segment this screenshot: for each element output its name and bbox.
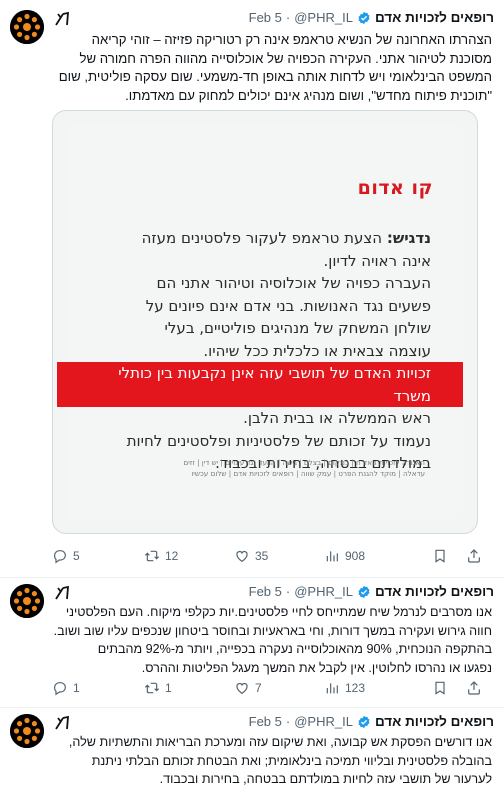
views-button[interactable]: 908 (324, 548, 365, 564)
tweet-date[interactable]: Feb 5 (249, 714, 282, 729)
dot-separator: · (285, 714, 291, 729)
highlighted-line: זכויות האדם של תושבי עזה אינן נקבעות בין… (57, 362, 463, 407)
text-line: מסוכנת לטיהור אתני. העקירה הכפויה של אוכ… (79, 50, 492, 66)
like-button[interactable]: 7 (234, 680, 262, 696)
views-count: 123 (345, 681, 366, 695)
author-handle[interactable]: @PHR_IL (294, 714, 353, 729)
like-count: 7 (255, 681, 262, 695)
statement-line-text: הצעת טראמפ לעקור פלסטינים מעזה (141, 229, 383, 247)
statement-text: נדגיש: הצעת טראמפ לעקור פלסטינים מעזה אי… (57, 227, 463, 475)
share-icon (468, 549, 480, 563)
reply-button[interactable]: 1 (52, 680, 80, 696)
action-bar: 1 1 7 123 (52, 680, 492, 698)
bookmark-icon (435, 681, 445, 695)
signatories-line: עדאלה | מוקד להגנת הפרט | עמק שווה | רופ… (191, 469, 425, 478)
text-line: "תוכנית פיתוח מחדש", ושום מנהיג אינם יכו… (125, 87, 492, 103)
signatories-list: האגודה לזכויות האזרח | במקום | בצלם | גי… (115, 457, 425, 479)
retweet-count: 1 (165, 681, 172, 695)
signatories-line: האגודה לזכויות האזרח | במקום | בצלם | גי… (183, 458, 425, 467)
statement-line: אינה ראויה לדיון. (323, 251, 431, 270)
tweet-text: הצהרתו האחרונה של הנשיא טראמפ אינה רק רט… (52, 31, 492, 105)
like-icon (236, 550, 248, 563)
author-name[interactable]: רופאים לזכויות אדם (375, 714, 494, 729)
tweet[interactable]: רופאים לזכויות אדם @PHR_IL · Feb 5 הצהרת… (0, 0, 504, 578)
avatar[interactable] (10, 584, 44, 618)
verified-badge-icon (357, 585, 371, 599)
statement-line: ראש הממשלה או בבית הלבן. (243, 409, 431, 427)
views-icon (326, 551, 338, 562)
text-line: אנו דורשים הפסקת אש קבועה, ואת שיקום עזה… (68, 735, 492, 749)
tweet-text: אנו מסרבים לנרמל שיח שמתייחס לחיי פלסטינ… (52, 603, 492, 677)
retweet-icon (144, 682, 160, 694)
statement-label: נדגיש: (386, 229, 431, 247)
text-line: המשפט הבינלאומי ויש לדחות אותה באופן חד-… (58, 69, 492, 84)
author-handle[interactable]: @PHR_IL (294, 584, 353, 599)
statement-line: שולחן המשחק של מנהיגים פוליטיים, בעלי (164, 319, 431, 337)
author-name[interactable]: רופאים לזכויות אדם (375, 584, 494, 599)
verified-badge-icon (357, 715, 371, 729)
avatar[interactable] (10, 10, 44, 44)
bookmark-icon (435, 549, 445, 563)
views-icon (326, 683, 338, 694)
avatar[interactable] (10, 714, 44, 748)
grok-icon[interactable] (54, 11, 70, 27)
like-button[interactable]: 35 (234, 548, 268, 564)
statement-line: פשעים נגד האנושות. בני אדם אינם פיונים ע… (145, 296, 431, 315)
share-icon (468, 681, 480, 695)
text-line: בהתקפה הנוכחית, 90% מהאוכלוסייה נעקרה בכ… (97, 642, 492, 656)
avatar-logo (10, 714, 44, 748)
like-count: 35 (255, 549, 269, 563)
statement-line: העברה כפויה של אוכלוסיה וטיהור אתני הם (156, 274, 432, 292)
text-line: הצהרתו האחרונה של הנשיא טראמפ אינה רק רט… (91, 32, 492, 47)
grok-icon[interactable] (54, 715, 70, 731)
share-button[interactable] (466, 680, 482, 696)
avatar-logo (10, 584, 44, 618)
retweet-icon (144, 550, 160, 562)
author-handle[interactable]: @PHR_IL (294, 10, 353, 25)
tweet-text: אנו דורשים הפסקת אש קבועה, ואת שיקום עזה… (52, 733, 492, 789)
reply-icon (54, 550, 66, 564)
text-line: בהובלה פלסטינית ובליווי תמיכה בינלאומית;… (91, 753, 492, 768)
bookmark-button[interactable] (432, 680, 448, 696)
statement-line: נעמוד על זכותם של פלסטיניות ופלסטינים לח… (126, 431, 431, 450)
tweet-date[interactable]: Feb 5 (249, 10, 282, 25)
text-line: אנו מסרבים לנרמל שיח שמתייחס לחיי פלסטינ… (65, 605, 492, 619)
grok-icon[interactable] (54, 585, 70, 601)
views-button[interactable]: 123 (324, 680, 365, 696)
statement-line: נדגיש: הצעת טראמפ לעקור פלסטינים מעזה (111, 227, 431, 250)
retweet-button[interactable]: 12 (144, 548, 178, 564)
tweet-header: רופאים לזכויות אדם @PHR_IL · Feb 5 (52, 10, 494, 30)
retweet-count: 12 (165, 549, 179, 563)
attached-image[interactable]: קו אדום נדגיש: הצעת טראמפ לעקור פלסטינים… (52, 110, 478, 534)
verified-badge-icon (357, 11, 371, 25)
statement-line: עוצמה צבאית או כלכלית ככל שיהיו. (203, 341, 431, 360)
bookmark-button[interactable] (432, 548, 448, 564)
kav-adom-logo: קו אדום (357, 177, 433, 199)
action-bar: 5 12 35 908 (52, 548, 492, 566)
tweet-header: רופאים לזכויות אדם @PHR_IL · Feb 5 (52, 714, 494, 734)
views-count: 908 (345, 549, 366, 563)
reply-count: 5 (73, 549, 80, 563)
retweet-button[interactable]: 1 (144, 680, 172, 696)
text-line: חווה גירוש ועקירה במשך דורות, וחי באראעי… (53, 623, 492, 638)
tweet-date[interactable]: Feb 5 (249, 584, 282, 599)
avatar-logo (10, 10, 44, 44)
reply-icon (54, 682, 66, 696)
dot-separator: · (285, 10, 291, 25)
tweet[interactable]: רופאים לזכויות אדם @PHR_IL · Feb 5 אנו ד… (0, 708, 504, 794)
text-line: לערעור של תושבי עזה לחיות במולדתם בבטחה,… (159, 772, 492, 786)
tweet-header: רופאים לזכויות אדם @PHR_IL · Feb 5 (52, 584, 494, 604)
dot-separator: · (285, 584, 291, 599)
author-name[interactable]: רופאים לזכויות אדם (375, 10, 494, 25)
text-line: נפגעו או נהרסו לחלוטין. אין לקבל את המשך… (141, 660, 492, 675)
like-icon (236, 682, 248, 695)
tweet[interactable]: רופאים לזכויות אדם @PHR_IL · Feb 5 אנו מ… (0, 578, 504, 708)
reply-count: 1 (73, 681, 80, 695)
share-button[interactable] (466, 548, 482, 564)
reply-button[interactable]: 5 (52, 548, 80, 564)
